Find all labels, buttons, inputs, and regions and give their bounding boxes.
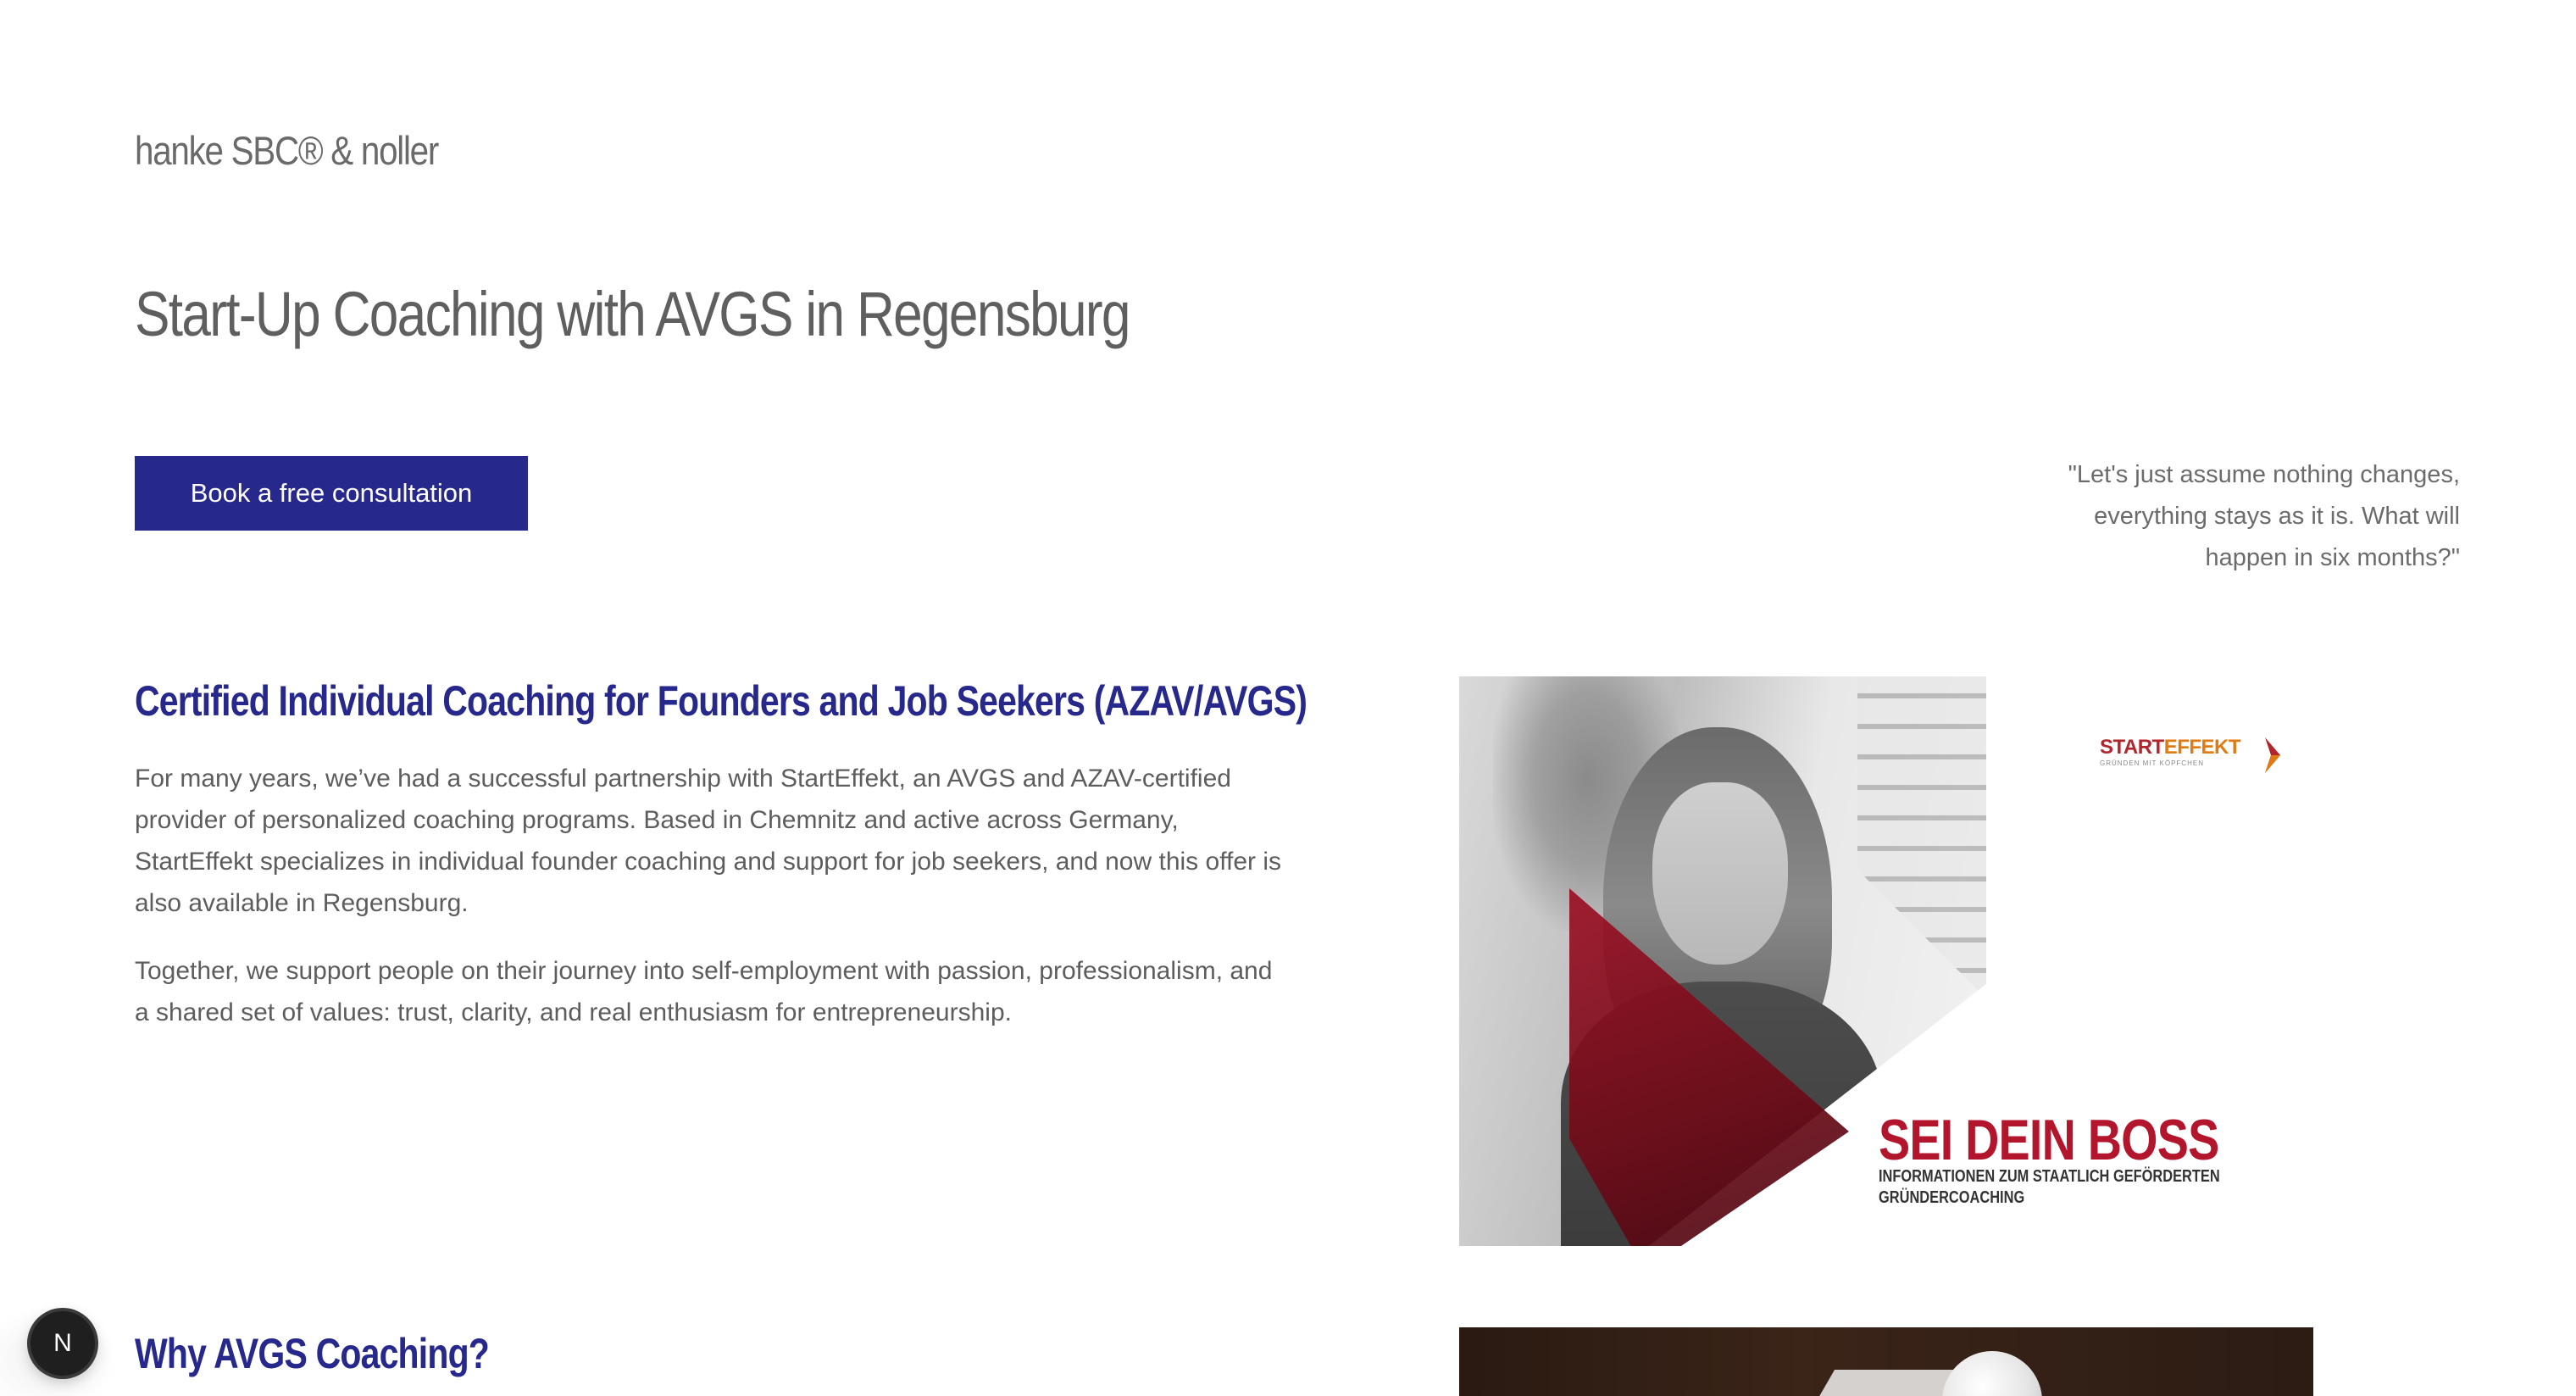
why-avgs-heading: Why AVGS Coaching? (135, 1330, 490, 1377)
promo-headline: SEI DEIN BOSS (1879, 1108, 2219, 1172)
logo-start: START (2100, 736, 2164, 759)
starteffekt-logo-text: STARTEFFEKT (2100, 736, 2241, 759)
certified-coaching-heading: Certified Individual Coaching for Founde… (135, 677, 1307, 725)
logo-effekt: EFFEKT (2163, 736, 2241, 759)
lightbulb-image (1459, 1327, 2313, 1396)
startup-coaching-promo-image: STARTEFFEKT GRÜNDEN MIT KÖPFCHEN SEI DEI… (1459, 676, 2313, 1246)
certified-paragraph-2: Together, we support people on their jou… (135, 957, 1273, 1026)
brand-logo-text[interactable]: hanke SBC® & noller (135, 127, 439, 174)
promo-subline: INFORMATIONEN ZUM STAATLICH GEFÖRDERTEN … (1879, 1167, 2220, 1207)
chevron-right-icon (2265, 737, 2280, 773)
hero-quote: "Let's just assume nothing changes, ever… (2068, 461, 2460, 571)
building-background (1857, 676, 1986, 998)
starteffekt-logo-tagline: GRÜNDEN MIT KÖPFCHEN (2100, 759, 2204, 767)
book-consultation-button[interactable]: Book a free consultation (135, 456, 528, 531)
starteffekt-logo: STARTEFFEKT GRÜNDEN MIT KÖPFCHEN (2100, 736, 2280, 773)
person-face (1652, 782, 1788, 965)
lightbulb-shape (1942, 1351, 2042, 1396)
floating-n-badge-button[interactable]: N (31, 1311, 95, 1376)
page-title: Start-Up Coaching with AVGS in Regensbur… (135, 279, 1130, 349)
certified-paragraph-1: For many years, we’ve had a successful p… (135, 765, 1282, 917)
